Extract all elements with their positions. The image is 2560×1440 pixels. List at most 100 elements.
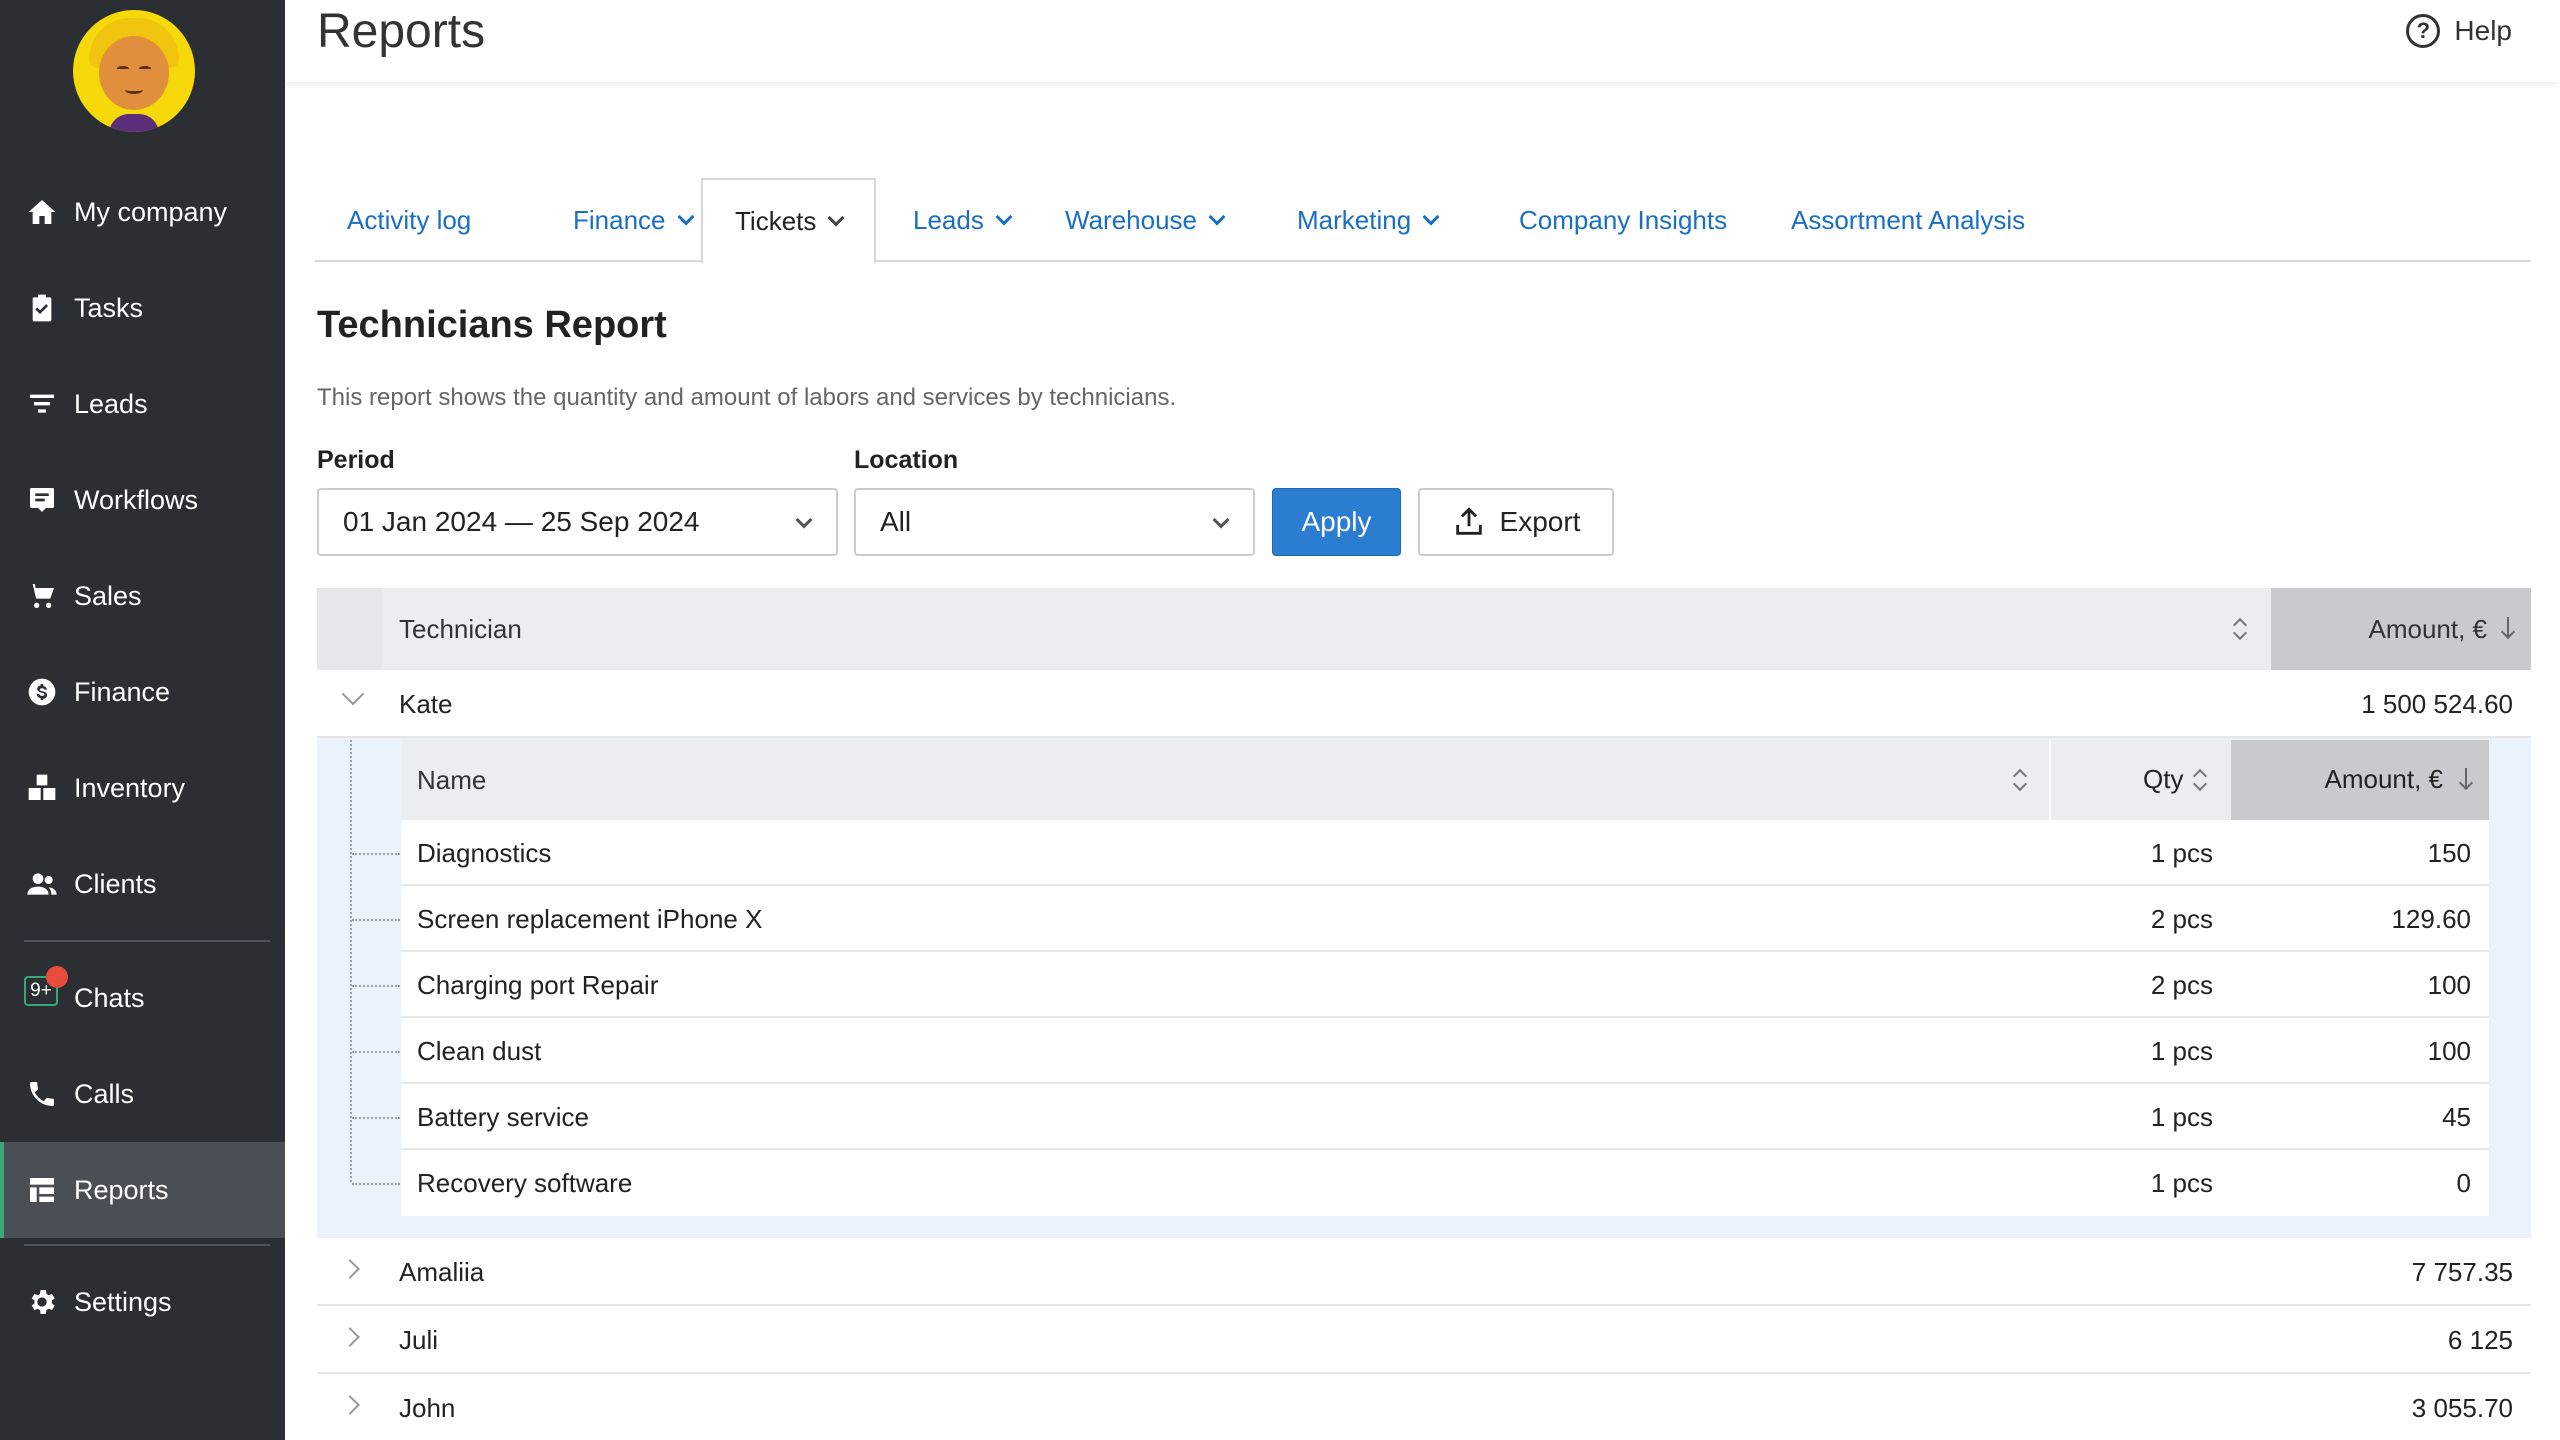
technician-amount: 1 500 524.60	[2361, 688, 2513, 719]
tab-tickets[interactable]: Tickets	[701, 178, 877, 264]
period-select[interactable]: 01 Jan 2024 — 25 Sep 2024	[317, 488, 838, 556]
export-button[interactable]: Export	[1418, 488, 1614, 556]
sort-icon[interactable]	[2233, 617, 2245, 641]
column-header-amount[interactable]: Amount, €	[2231, 740, 2489, 820]
table-row-john[interactable]: John 3 055.70	[317, 1374, 2531, 1440]
report-title: Technicians Report	[317, 304, 667, 346]
sidebar-item-label: Calls	[74, 1078, 135, 1109]
cart-icon	[26, 580, 58, 612]
sidebar-item-chats[interactable]: 9+ Chats	[0, 950, 285, 1046]
sidebar-item-sales[interactable]: Sales	[0, 548, 285, 644]
table-row-amaliia[interactable]: Amaliia 7 757.35	[317, 1238, 2531, 1306]
tab-company-insights[interactable]: Company Insights	[1487, 178, 1759, 262]
sidebar-item-label: Tasks	[74, 292, 144, 323]
tree-line	[350, 740, 352, 1182]
sidebar-item-label: My company	[74, 196, 228, 227]
boxes-icon	[26, 772, 58, 804]
sidebar-item-settings[interactable]: Settings	[0, 1254, 285, 1350]
expand-column-header	[317, 588, 382, 670]
export-label: Export	[1499, 506, 1581, 537]
technician-amount: 3 055.70	[2411, 1392, 2513, 1423]
sidebar-item-workflows[interactable]: Workflows	[0, 452, 285, 548]
table-row[interactable]: Diagnostics 1 pcs 150	[401, 820, 2489, 886]
technician-name: Juli	[399, 1324, 439, 1355]
technicians-table-header: Technician Amount, €	[317, 588, 2531, 670]
sidebar-item-label: Finance	[74, 676, 171, 707]
technician-amount: 6 125	[2447, 1324, 2513, 1355]
period-label: Period	[317, 446, 395, 474]
column-header-name[interactable]: Name	[417, 740, 486, 820]
table-row[interactable]: Charging port Repair 2 pcs 100	[401, 952, 2489, 1018]
column-header-qty[interactable]: Qty	[2049, 740, 2229, 820]
gear-icon	[26, 1286, 58, 1318]
sidebar: My company Tasks Leads Workflows Sales F…	[0, 0, 285, 1440]
page-title: Reports	[317, 5, 486, 58]
tab-leads[interactable]: Leads	[881, 178, 1042, 262]
upload-icon	[1455, 507, 1482, 535]
sort-desc-icon	[2459, 768, 2473, 792]
phone-icon	[26, 1078, 58, 1110]
sidebar-item-label: Workflows	[74, 484, 199, 515]
chevron-down-icon	[995, 208, 1013, 226]
table-row[interactable]: Recovery software 1 pcs 0	[401, 1150, 2489, 1216]
sidebar-divider	[24, 1244, 270, 1246]
table-row[interactable]: Battery service 1 pcs 45	[401, 1084, 2489, 1150]
notification-dot	[46, 966, 68, 988]
sidebar-item-label: Clients	[74, 868, 157, 899]
sidebar-item-inventory[interactable]: Inventory	[0, 740, 285, 836]
help-label: Help	[2454, 15, 2512, 46]
technician-name: Kate	[399, 688, 453, 719]
sidebar-item-my-company[interactable]: My company	[0, 164, 285, 260]
tab-finance[interactable]: Finance	[541, 178, 724, 262]
clipboard-check-icon	[26, 292, 58, 324]
reports-icon	[26, 1174, 58, 1206]
sidebar-item-calls[interactable]: Calls	[0, 1046, 285, 1142]
workflow-icon	[26, 484, 58, 516]
sidebar-item-finance[interactable]: Finance	[0, 644, 285, 740]
sidebar-item-tasks[interactable]: Tasks	[0, 260, 285, 356]
user-avatar[interactable]	[73, 10, 195, 132]
chevron-right-icon[interactable]	[340, 1327, 360, 1347]
apply-button[interactable]: Apply	[1272, 488, 1401, 556]
table-row[interactable]: Screen replacement iPhone X 2 pcs 129.60	[401, 886, 2489, 952]
sidebar-item-clients[interactable]: Clients	[0, 836, 285, 932]
sidebar-divider	[24, 940, 270, 942]
sidebar-item-label: Reports	[74, 1174, 169, 1205]
sidebar-item-label: Settings	[74, 1286, 172, 1317]
table-row-juli[interactable]: Juli 6 125	[317, 1306, 2531, 1374]
chevron-down-icon	[795, 511, 813, 529]
table-row[interactable]: Clean dust 1 pcs 100	[401, 1018, 2489, 1084]
table-row-kate[interactable]: Kate 1 500 524.60	[317, 670, 2531, 738]
technician-amount: 7 757.35	[2411, 1256, 2513, 1287]
location-select[interactable]: All	[854, 488, 1255, 556]
users-icon	[26, 868, 58, 900]
location-label: Location	[854, 446, 959, 474]
filter-icon	[26, 388, 58, 420]
column-header-amount[interactable]: Amount, €	[2271, 588, 2531, 670]
period-value: 01 Jan 2024 — 25 Sep 2024	[343, 506, 700, 537]
chevron-right-icon[interactable]	[340, 1259, 360, 1279]
sidebar-item-label: Inventory	[74, 772, 186, 803]
chevron-down-icon	[1212, 511, 1230, 529]
help-button[interactable]: ? Help	[2406, 14, 2512, 48]
dollar-icon	[26, 676, 58, 708]
report-tabs: Activity log Finance Tickets Leads Wareh…	[315, 178, 2531, 264]
sort-desc-icon	[2501, 617, 2515, 641]
chevron-right-icon[interactable]	[340, 1395, 360, 1415]
chevron-down-icon	[1208, 208, 1226, 226]
tab-marketing[interactable]: Marketing	[1265, 178, 1469, 262]
tab-assortment-analysis[interactable]: Assortment Analysis	[1759, 178, 2057, 262]
sort-icon[interactable]	[2013, 768, 2025, 792]
column-header-technician[interactable]: Technician	[399, 588, 522, 670]
chevron-down-icon[interactable]	[341, 682, 365, 706]
sidebar-item-reports[interactable]: Reports	[0, 1142, 285, 1238]
sidebar-item-label: Sales	[74, 580, 142, 611]
tab-warehouse[interactable]: Warehouse	[1033, 178, 1255, 262]
home-icon	[26, 196, 58, 228]
sidebar-item-label: Leads	[74, 388, 148, 419]
top-header: Reports ? Help	[285, 0, 2560, 82]
sidebar-item-leads[interactable]: Leads	[0, 356, 285, 452]
tab-activity-log[interactable]: Activity log	[315, 178, 503, 262]
location-value: All	[880, 506, 912, 537]
technician-name: John	[399, 1392, 456, 1423]
